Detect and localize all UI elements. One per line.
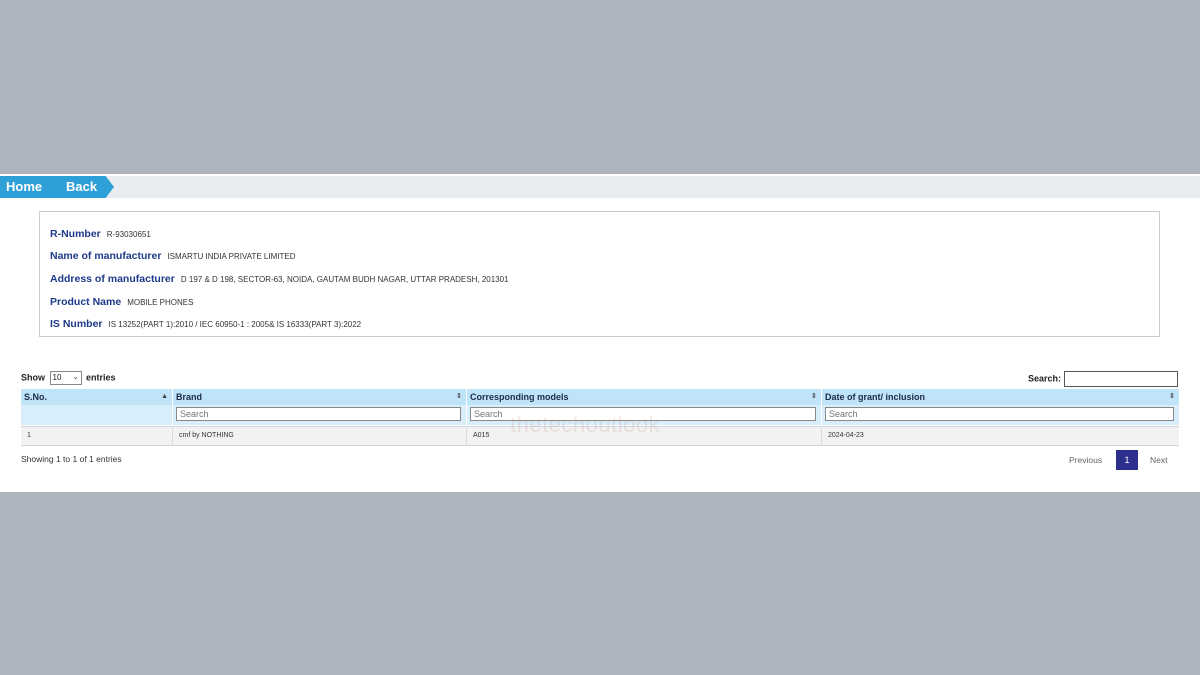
header-label: Corresponding models xyxy=(470,392,569,402)
sort-icon: ⇕ xyxy=(1169,393,1175,400)
detail-value: D 197 & D 198, SECTOR-63, NOIDA, GAUTAM … xyxy=(180,275,509,284)
page-1-button[interactable]: 1 xyxy=(1116,450,1138,470)
sort-icon: ⇕ xyxy=(456,393,462,400)
table-info: Showing 1 to 1 of 1 entries xyxy=(21,454,122,464)
detail-label: R-Number xyxy=(50,228,101,240)
next-button[interactable]: Next xyxy=(1150,455,1167,465)
header-label: Brand xyxy=(176,392,203,402)
page-size-control: Show 10 ⌄ entries xyxy=(21,371,116,385)
header-sno[interactable]: S.No. ▲ xyxy=(21,389,173,405)
header-date[interactable]: Date of grant/ inclusion ⇕ xyxy=(822,389,1179,405)
search-label: Search: xyxy=(1028,373,1062,384)
registration-details: R-Number R-93030651 Name of manufacturer I… xyxy=(39,211,1160,337)
detail-address: Address of manufacturer D 197 & D 198, SE… xyxy=(50,273,509,285)
search-input[interactable] xyxy=(1064,371,1179,387)
page-size-value: 10 xyxy=(52,373,62,382)
table-header: S.No. ▲ Brand ⇕ Corresponding models ⇕ Date… xyxy=(21,389,1179,405)
cell-brand: cmf by NOTHING xyxy=(173,427,467,445)
header-label: S.No. xyxy=(24,392,48,402)
date-filter-input[interactable] xyxy=(825,407,1174,421)
detail-label: IS Number xyxy=(50,318,103,330)
cell-models: A015 xyxy=(467,427,822,445)
brand-filter-input[interactable] xyxy=(176,407,461,421)
header-label: Date of grant/ inclusion xyxy=(825,392,926,402)
global-search: Search: xyxy=(1028,371,1179,387)
detail-label: Address of manufacturer xyxy=(50,273,175,285)
home-link[interactable]: Home xyxy=(0,176,58,198)
sort-icon: ⇕ xyxy=(811,393,817,400)
main-panel: Home Back R-Number R-93030651 Name of man… xyxy=(0,174,1200,492)
detail-label: Name of manufacturer xyxy=(50,250,162,262)
table-row: 1 cmf by NOTHING A015 2024-04-23 xyxy=(21,426,1179,446)
header-brand[interactable]: Brand ⇕ xyxy=(173,389,467,405)
cell-sno: 1 xyxy=(21,427,173,445)
cell-date: 2024-04-23 xyxy=(828,432,864,439)
filter-row xyxy=(21,405,1179,425)
detail-value: MOBILE PHONES xyxy=(127,298,194,307)
detail-product-name: Product Name MOBILE PHONES xyxy=(50,296,193,308)
entries-label: entries xyxy=(86,372,116,383)
detail-label: Product Name xyxy=(50,296,122,308)
sort-asc-icon: ▲ xyxy=(161,393,168,400)
detail-manufacturer: Name of manufacturer ISMARTU INDIA PRIVAT… xyxy=(50,250,295,262)
page-size-select[interactable]: 10 ⌄ xyxy=(49,371,82,385)
show-label: Show xyxy=(21,372,45,383)
models-filter-input[interactable] xyxy=(470,407,816,421)
header-models[interactable]: Corresponding models ⇕ xyxy=(467,389,822,405)
filter-cell xyxy=(822,405,1179,425)
back-link[interactable]: Back xyxy=(54,176,114,198)
detail-value: R-93030651 xyxy=(106,230,151,239)
detail-value: IS 13252(PART 1):2010 / IEC 60950-1 : 20… xyxy=(108,320,362,329)
detail-is-number: IS Number IS 13252(PART 1):2010 / IEC 609… xyxy=(50,318,361,330)
chevron-down-icon: ⌄ xyxy=(72,374,79,381)
detail-r-number: R-Number R-93030651 xyxy=(50,228,151,240)
previous-button[interactable]: Previous xyxy=(1069,455,1102,465)
breadcrumb: Home Back xyxy=(0,176,1200,198)
detail-value: ISMARTU INDIA PRIVATE LIMITED xyxy=(167,252,296,261)
filter-cell-empty xyxy=(21,405,173,425)
filter-cell xyxy=(467,405,822,425)
filter-cell xyxy=(173,405,467,425)
